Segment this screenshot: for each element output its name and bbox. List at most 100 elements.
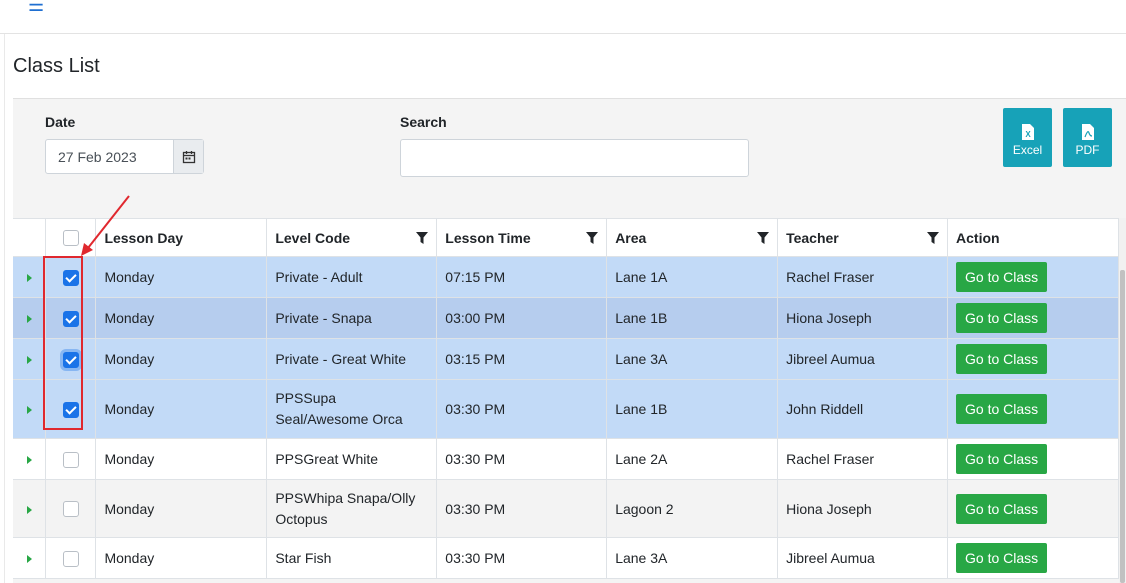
cell-area: Lane 1B — [606, 379, 779, 439]
cell-level-code: Private - Adult — [266, 256, 438, 298]
scrollbar-thumb[interactable] — [1120, 270, 1125, 583]
expand-arrow-icon[interactable] — [26, 456, 32, 464]
cell-teacher: Hiona Joseph — [777, 297, 949, 339]
table-row[interactable]: Monday Private - Adult 07:15 PM Lane 1A … — [13, 256, 1119, 298]
go-to-class-button[interactable]: Go to Class — [956, 493, 1048, 524]
top-bar: ☰ — [0, 0, 1126, 34]
cell-action: Go to Class — [947, 438, 1119, 480]
cell-level-code: Star Fish — [266, 537, 438, 579]
filter-icon[interactable] — [416, 231, 429, 244]
cell-teacher: Rachel Fraser — [777, 438, 949, 480]
cell-lesson-time: 03:30 PM — [436, 537, 608, 579]
row-checkbox[interactable] — [62, 501, 79, 518]
cell-area: Lane 3A — [606, 338, 779, 380]
cell-lesson-day: Monday — [95, 438, 268, 480]
search-label: Search — [400, 114, 447, 130]
class-list-table: Lesson Day Level Code Lesson Time Area T… — [13, 218, 1119, 579]
cell-area: Lane 1A — [606, 256, 779, 298]
annotation-highlight-box — [43, 256, 83, 430]
header-area[interactable]: Area — [606, 218, 779, 257]
cell-level-code: Private - Snapa — [266, 297, 438, 339]
excel-export-button[interactable]: X Excel — [1003, 108, 1052, 167]
expand-arrow-icon[interactable] — [26, 315, 32, 323]
expand-arrow-icon[interactable] — [26, 274, 32, 282]
expand-cell[interactable] — [13, 297, 47, 339]
cell-area: Lane 2A — [606, 438, 779, 480]
svg-text:X: X — [1025, 130, 1031, 139]
filter-icon[interactable] — [757, 231, 770, 244]
pdf-label: PDF — [1075, 143, 1100, 157]
expand-cell[interactable] — [13, 537, 47, 579]
table-row[interactable]: Monday Private - Great White 03:15 PM La… — [13, 338, 1119, 380]
expand-cell[interactable] — [13, 479, 47, 538]
go-to-class-button[interactable]: Go to Class — [956, 344, 1048, 374]
cell-area: Lane 3A — [606, 537, 779, 579]
cell-lesson-day: Monday — [95, 379, 268, 439]
header-teacher[interactable]: Teacher — [777, 218, 949, 257]
table-row[interactable]: Monday PPSSupa Seal/Awesome Orca 03:30 P… — [13, 379, 1119, 439]
cell-lesson-day: Monday — [95, 479, 268, 538]
cell-teacher: Rachel Fraser — [777, 256, 949, 298]
cell-level-code: Private - Great White — [266, 338, 438, 380]
table-row[interactable]: Monday PPSWhipa Snapa/Olly Octopus 03:30… — [13, 479, 1119, 538]
cell-area: Lagoon 2 — [606, 479, 779, 538]
expand-arrow-icon[interactable] — [26, 505, 32, 514]
table-header-row: Lesson Day Level Code Lesson Time Area T… — [13, 218, 1119, 257]
go-to-class-button[interactable]: Go to Class — [956, 262, 1048, 292]
cell-teacher: Jibreel Aumua — [777, 338, 949, 380]
cell-lesson-time: 03:30 PM — [436, 479, 608, 538]
header-action-label: Action — [956, 229, 1000, 246]
cell-action: Go to Class — [947, 256, 1119, 298]
header-lesson-time[interactable]: Lesson Time — [436, 218, 608, 257]
cell-lesson-time: 03:30 PM — [436, 379, 608, 439]
cell-teacher: Hiona Joseph — [777, 479, 949, 538]
expand-cell[interactable] — [13, 338, 47, 380]
cell-teacher: John Riddell — [777, 379, 949, 439]
cell-lesson-time: 03:30 PM — [436, 438, 608, 480]
filter-icon[interactable] — [586, 231, 599, 244]
expand-arrow-icon[interactable] — [26, 555, 32, 563]
header-level-code-label: Level Code — [275, 229, 351, 246]
excel-label: Excel — [1012, 143, 1043, 157]
excel-file-icon: X — [1021, 124, 1034, 140]
search-input[interactable] — [400, 139, 749, 177]
cell-lesson-time: 03:15 PM — [436, 338, 608, 380]
table-row[interactable]: Monday PPSGreat White 03:30 PM Lane 2A R… — [13, 438, 1119, 480]
select-cell[interactable] — [45, 438, 97, 480]
row-checkbox[interactable] — [62, 550, 79, 567]
expand-cell[interactable] — [13, 379, 47, 439]
cell-level-code: PPSGreat White — [266, 438, 438, 480]
header-lesson-time-label: Lesson Time — [445, 229, 531, 246]
go-to-class-button[interactable]: Go to Class — [956, 394, 1048, 424]
go-to-class-button[interactable]: Go to Class — [956, 543, 1048, 573]
cell-level-code: PPSWhipa Snapa/Olly Octopus — [266, 479, 438, 538]
calendar-icon[interactable] — [173, 140, 203, 173]
cell-lesson-day: Monday — [95, 537, 268, 579]
header-action: Action — [947, 218, 1119, 257]
annotation-arrow-icon — [81, 195, 130, 256]
cell-action: Go to Class — [947, 297, 1119, 339]
expand-arrow-icon[interactable] — [26, 356, 32, 364]
header-teacher-label: Teacher — [786, 229, 839, 246]
header-level-code[interactable]: Level Code — [266, 218, 438, 257]
filter-icon[interactable] — [927, 231, 940, 244]
go-to-class-button[interactable]: Go to Class — [956, 444, 1048, 474]
cell-action: Go to Class — [947, 379, 1119, 439]
cell-teacher: Jibreel Aumua — [777, 537, 949, 579]
table-row[interactable]: Monday Star Fish 03:30 PM Lane 3A Jibree… — [13, 537, 1119, 579]
cell-action: Go to Class — [947, 338, 1119, 380]
expand-cell[interactable] — [13, 438, 47, 480]
cell-area: Lane 1B — [606, 297, 779, 339]
row-checkbox[interactable] — [62, 451, 79, 468]
select-cell[interactable] — [45, 537, 97, 579]
cell-lesson-day: Monday — [95, 297, 268, 339]
cell-lesson-time: 03:00 PM — [436, 297, 608, 339]
select-cell[interactable] — [45, 479, 97, 538]
go-to-class-button[interactable]: Go to Class — [956, 303, 1048, 333]
cell-lesson-day: Monday — [95, 338, 268, 380]
expand-arrow-icon[interactable] — [26, 406, 32, 414]
table-row[interactable]: Monday Private - Snapa 03:00 PM Lane 1B … — [13, 297, 1119, 339]
pdf-file-icon — [1081, 124, 1094, 140]
cell-level-code: PPSSupa Seal/Awesome Orca — [266, 379, 438, 439]
pdf-export-button[interactable]: PDF — [1063, 108, 1112, 167]
